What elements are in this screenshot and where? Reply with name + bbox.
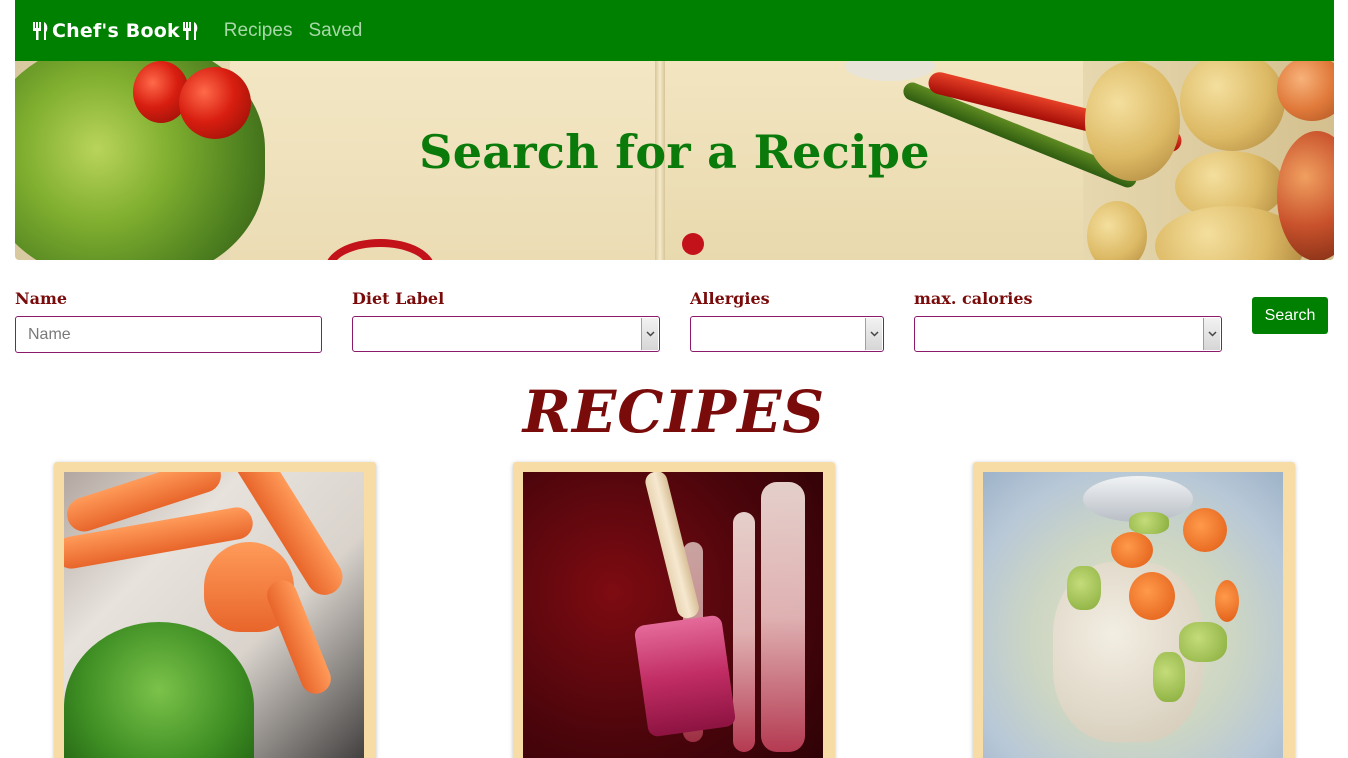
fork-knife-icon [182, 21, 198, 40]
nav-link-saved[interactable]: Saved [308, 20, 362, 42]
potato-image [1277, 61, 1334, 121]
recipe-image-beet[interactable] [523, 472, 823, 758]
max-calories-label: max. calories [914, 289, 1033, 308]
red-dot-decoration [682, 233, 704, 255]
recipes-heading: RECIPES [522, 378, 826, 446]
max-calories-select[interactable] [914, 316, 1222, 352]
chevron-down-icon[interactable] [865, 318, 882, 350]
allergies-field: Allergies [690, 285, 884, 352]
spatula-head [633, 614, 737, 738]
potato-image [1087, 201, 1147, 260]
allergies-label: Allergies [690, 289, 770, 308]
navbar: Chef's Book Recipes Saved [15, 0, 1334, 61]
search-button[interactable]: Search [1252, 297, 1328, 334]
fork-knife-icon [33, 21, 48, 40]
name-field: Name [15, 285, 322, 353]
hero-title: Search for a Recipe [419, 125, 930, 179]
recipe-search-form: Name Diet Label Allergies max. calories [15, 285, 1334, 365]
brand[interactable]: Chef's Book [30, 20, 202, 42]
name-input[interactable] [15, 316, 322, 353]
name-label: Name [15, 289, 68, 308]
recipe-card[interactable] [54, 462, 376, 758]
brand-name: Chef's Book [52, 19, 180, 42]
diet-label-label: Diet Label [352, 289, 445, 308]
recipe-image-soup[interactable] [983, 472, 1283, 758]
recipe-image-crab[interactable] [64, 472, 364, 758]
hero-banner: Search for a Recipe [15, 61, 1334, 260]
max-calories-field: max. calories [914, 285, 1222, 352]
diet-label-field: Diet Label [352, 285, 660, 352]
chevron-down-icon[interactable] [641, 318, 658, 350]
allergies-select[interactable] [690, 316, 884, 352]
chevron-down-icon[interactable] [1203, 318, 1220, 350]
diet-label-select[interactable] [352, 316, 660, 352]
greens-image [64, 622, 254, 758]
recipe-card[interactable] [513, 462, 835, 758]
nav-link-recipes[interactable]: Recipes [224, 20, 293, 42]
recipe-card[interactable] [973, 462, 1295, 758]
